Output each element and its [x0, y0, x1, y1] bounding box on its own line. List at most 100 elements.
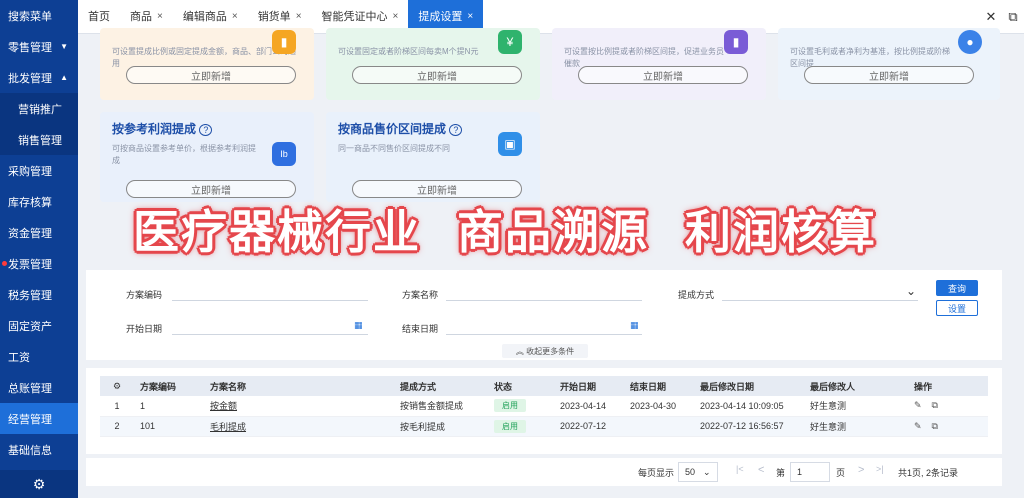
sidebar-item-operations[interactable]: 经营管理: [0, 403, 78, 434]
end-date-input[interactable]: [446, 334, 642, 335]
sidebar-item-purchase[interactable]: 采购管理: [0, 155, 78, 186]
per-page-select[interactable]: 50 ⌄: [678, 462, 718, 482]
help-icon[interactable]: ?: [449, 124, 463, 136]
banner-text: 商品溯源: [457, 205, 649, 259]
card-icon: ¥: [498, 30, 522, 54]
scheme-code-cell: 101: [134, 416, 204, 437]
table-header: 提成方式: [394, 376, 488, 396]
sidebar-item-wholesale[interactable]: 批发管理 ▲: [0, 62, 78, 93]
scheme-name-link[interactable]: 毛利提成: [210, 422, 246, 432]
table-row[interactable]: 1 1 按金额 按销售金额提成 启用 2023-04-14 2023-04-30…: [100, 396, 988, 417]
add-now-button[interactable]: 立即新增: [804, 66, 974, 84]
method-label: 提成方式: [678, 290, 715, 300]
table-header: 状态: [488, 376, 554, 396]
sidebar-item-label: 基础信息: [8, 444, 52, 457]
start-date-cell: 2022-07-12: [554, 416, 624, 437]
scheme-name-input[interactable]: [446, 300, 642, 301]
table-header: 最后修改人: [804, 376, 908, 396]
edit-icon[interactable]: ✎: [914, 400, 922, 410]
scheme-table: ⚙ 方案编码 方案名称 提成方式 状态 开始日期 结束日期 最后修改日期 最后修…: [100, 376, 988, 437]
close-icon[interactable]: ×: [296, 11, 302, 22]
sidebar-item-label: 固定资产: [8, 320, 52, 333]
chevron-down-icon[interactable]: ⌄: [906, 284, 916, 298]
modifier-cell: 好生意测: [804, 396, 908, 417]
tab-label: 销货单: [257, 11, 291, 23]
sidebar-item-tax[interactable]: 税务管理: [0, 279, 78, 310]
row-index: 2: [100, 416, 134, 437]
add-now-button[interactable]: 立即新增: [352, 66, 522, 84]
sidebar-item-fixed-assets[interactable]: 固定资产: [0, 310, 78, 341]
sidebar-item-label: 资金管理: [8, 227, 52, 240]
close-icon[interactable]: ×: [393, 11, 399, 22]
scheme-name-link[interactable]: 按金额: [210, 401, 237, 411]
calendar-icon[interactable]: ▦: [630, 320, 639, 331]
method-cell: 按销售金额提成: [394, 396, 488, 417]
edit-icon[interactable]: ✎: [914, 421, 922, 431]
per-page-label: 每页显示: [638, 468, 675, 478]
card-icon: Ib: [272, 142, 296, 166]
close-icon[interactable]: ×: [467, 11, 473, 22]
modified-date-cell: 2023-04-14 10:09:05: [694, 396, 804, 417]
commission-card-quantity: 可设置固定或者阶梯区间每卖M个提N元 ¥ 立即新增: [326, 28, 540, 100]
settings-button[interactable]: 设置: [936, 300, 978, 316]
last-page-icon[interactable]: >|: [876, 464, 884, 474]
first-page-icon[interactable]: |<: [736, 464, 744, 474]
close-window-icon[interactable]: ✕: [980, 9, 1002, 25]
sidebar-item-label: 采购管理: [8, 165, 52, 178]
sidebar-item-label: 总账管理: [8, 382, 52, 395]
modifier-cell: 好生意测: [804, 416, 908, 437]
query-button[interactable]: 查询: [936, 280, 978, 296]
page-suffix: 页: [836, 468, 846, 478]
page-value: 1: [797, 467, 803, 477]
chevron-down-icon: ⌄: [703, 466, 711, 477]
scheme-code-input[interactable]: [172, 300, 368, 301]
end-date-label: 结束日期: [402, 324, 439, 334]
close-icon[interactable]: ×: [232, 11, 238, 22]
chevron-down-icon: ▼: [60, 42, 68, 51]
page-input[interactable]: 1: [790, 462, 830, 482]
commission-card-amount: 可设置提成比例或固定提成金额，商品、部门公司通用 ▮ 立即新增: [100, 28, 314, 100]
sidebar-search-menu[interactable]: 搜索菜单: [0, 0, 78, 31]
help-icon[interactable]: ?: [199, 124, 213, 136]
commission-card-profit: 可设置毛利或者净利为基准，按比例提或阶梯区间提 ● 立即新增: [778, 28, 1000, 100]
table-row[interactable]: 2 101 毛利提成 按毛利提成 启用 2022-07-12 2022-07-1…: [100, 416, 988, 437]
sidebar-item-marketing[interactable]: 营销推广: [0, 93, 78, 124]
status-badge: 启用: [494, 399, 526, 413]
banner-text: 利润核算: [685, 205, 877, 259]
collapse-conditions-button[interactable]: ︽ 收起更多条件: [502, 344, 588, 358]
calendar-icon[interactable]: ▦: [354, 320, 363, 331]
copy-icon[interactable]: ⧉: [932, 421, 938, 431]
restore-window-icon[interactable]: ⧉: [1002, 9, 1024, 25]
sidebar-item-label: 税务管理: [8, 289, 52, 302]
sidebar-item-ledger[interactable]: 总账管理: [0, 372, 78, 403]
sidebar-item-label: 零售管理: [8, 41, 52, 54]
start-date-input[interactable]: [172, 334, 368, 335]
add-now-button[interactable]: 立即新增: [126, 66, 296, 84]
table-header: 开始日期: [554, 376, 624, 396]
sidebar-item-retail[interactable]: 零售管理 ▼: [0, 31, 78, 62]
gear-icon[interactable]: ⚙: [0, 470, 78, 498]
sidebar-item-sales[interactable]: 销售管理: [0, 124, 78, 155]
close-icon[interactable]: ×: [157, 11, 163, 22]
sidebar-item-label: 搜索菜单: [8, 10, 52, 23]
start-date-cell: 2023-04-14: [554, 396, 624, 417]
sidebar-item-basic-info[interactable]: 基础信息: [0, 434, 78, 465]
prev-page-icon[interactable]: <: [758, 464, 764, 476]
sidebar-item-payroll[interactable]: 工资: [0, 341, 78, 372]
next-page-icon[interactable]: >: [858, 464, 864, 476]
commission-card-price-range: 按商品售价区间提成 ? 同一商品不同售价区间提成不同 ▣ 立即新增: [326, 112, 540, 202]
scheme-code-cell: 1: [134, 396, 204, 417]
start-date-label: 开始日期: [126, 324, 163, 334]
add-now-button[interactable]: 立即新增: [578, 66, 748, 84]
card-title: 按参考利润提成 ?: [112, 120, 302, 137]
tab-label: 编辑商品: [182, 11, 227, 23]
tab-label: 提成设置: [418, 11, 463, 23]
sidebar-item-label: 营销推广: [18, 103, 62, 116]
copy-icon[interactable]: ⧉: [932, 400, 938, 410]
scheme-table-panel: ⚙ 方案编码 方案名称 提成方式 状态 开始日期 结束日期 最后修改日期 最后修…: [86, 368, 1002, 454]
method-cell: 按毛利提成: [394, 416, 488, 437]
promo-banner: 医疗器械行业 商品溯源 利润核算: [60, 192, 950, 266]
column-settings-icon[interactable]: ⚙: [100, 376, 134, 396]
sidebar-item-label: 经营管理: [8, 413, 52, 426]
method-select[interactable]: [722, 300, 918, 301]
